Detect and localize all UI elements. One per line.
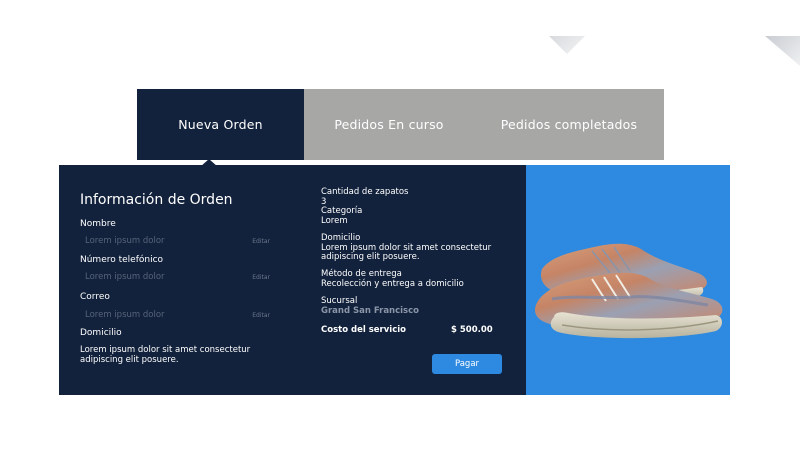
category-value: Lorem [321, 215, 348, 226]
summary-shoes: Cantidad de zapatos 3 Categoría Lorem [321, 187, 409, 226]
decorative-shape [765, 36, 800, 66]
pay-button[interactable]: Pagar [432, 354, 502, 374]
summary-delivery: Método de entrega Recolección y entrega … [321, 269, 464, 289]
address-line-1: Lorem ipsum dolor sit amet consectetur [80, 345, 251, 355]
delivery-method-value: Recolección y entrega a domicilio [321, 278, 464, 289]
shoes-count-label: Cantidad de zapatos [321, 187, 409, 197]
form-title: Información de Orden [80, 192, 233, 208]
address-label: Domicilio [80, 328, 122, 338]
email-field[interactable]: Lorem ipsum dolor Editar [85, 308, 270, 322]
phone-edit-link[interactable]: Editar [252, 271, 270, 285]
name-field[interactable]: Lorem ipsum dolor Editar [85, 234, 270, 248]
service-cost-label: Costo del servicio [321, 325, 406, 335]
address-text: Lorem ipsum dolor sit amet consectetur a… [80, 345, 280, 365]
tab-new-order[interactable]: Nueva Orden [137, 89, 304, 160]
email-edit-link[interactable]: Editar [252, 309, 270, 323]
phone-placeholder: Lorem ipsum dolor [85, 272, 165, 282]
address-line-2: adipiscing elit posuere. [80, 355, 179, 365]
summary-address: Domicilio Lorem ipsum dolor sit amet con… [321, 233, 491, 263]
tab-orders-completed[interactable]: Pedidos completados [474, 89, 664, 160]
order-tabs: Nueva Orden Pedidos En curso Pedidos com… [137, 89, 664, 160]
name-label: Nombre [80, 219, 116, 229]
product-image-panel [526, 165, 730, 395]
decorative-shape [549, 36, 585, 54]
name-placeholder: Lorem ipsum dolor [85, 236, 165, 246]
name-edit-link[interactable]: Editar [252, 235, 270, 249]
service-cost-value: $ 500.00 [451, 325, 493, 335]
branch-value: Grand San Francisco [321, 305, 419, 316]
phone-label: Número telefónico [80, 255, 164, 265]
phone-field[interactable]: Lorem ipsum dolor Editar [85, 270, 270, 284]
summary-address-line-2: adipiscing elit posuere. [321, 252, 420, 262]
email-label: Correo [80, 292, 110, 302]
sneaker-image [534, 243, 723, 339]
summary-branch: Sucursal Grand San Francisco [321, 296, 419, 316]
email-placeholder: Lorem ipsum dolor [85, 310, 165, 320]
tab-orders-in-progress[interactable]: Pedidos En curso [304, 89, 474, 160]
order-panel: Información de Orden Nombre Lorem ipsum … [59, 165, 526, 395]
